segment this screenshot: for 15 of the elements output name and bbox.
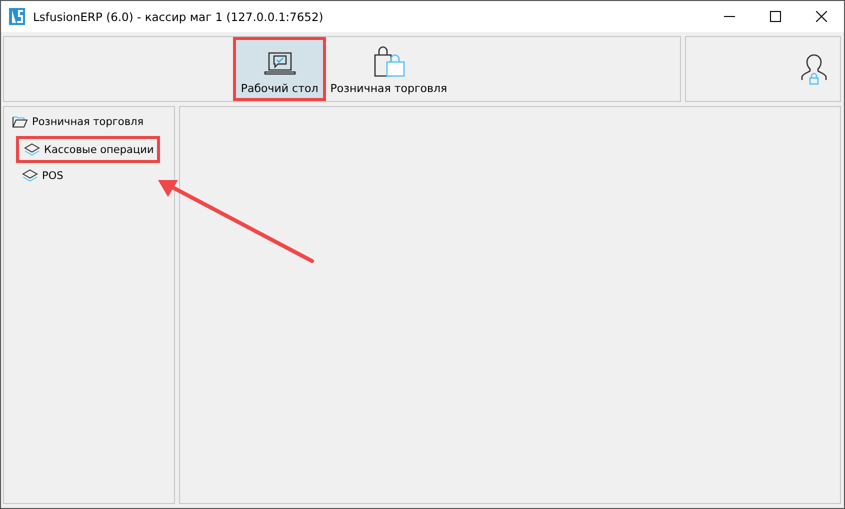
folder-icon [12,115,28,128]
toolbar-button[interactable]: Розничная торговля [326,37,452,101]
tree-folder[interactable]: Розничная торговля [10,113,146,130]
tree-item[interactable]: Кассовые операции [18,138,158,161]
toolbar-button[interactable]: Рабочий стол [232,37,326,101]
app-logo-icon [9,8,25,25]
close-icon [816,11,826,22]
layers-icon [22,169,38,182]
layers-icon [24,143,40,156]
user-button[interactable] [800,53,828,85]
shopping-bag-icon [372,46,405,78]
window-title: LsfusionERP (6.0) - кассир маг 1 (127.0.0.1:7652) [33,10,324,24]
user-lock-icon [800,53,828,85]
tree-item[interactable]: POS [20,167,66,184]
maximize-icon [770,11,780,22]
